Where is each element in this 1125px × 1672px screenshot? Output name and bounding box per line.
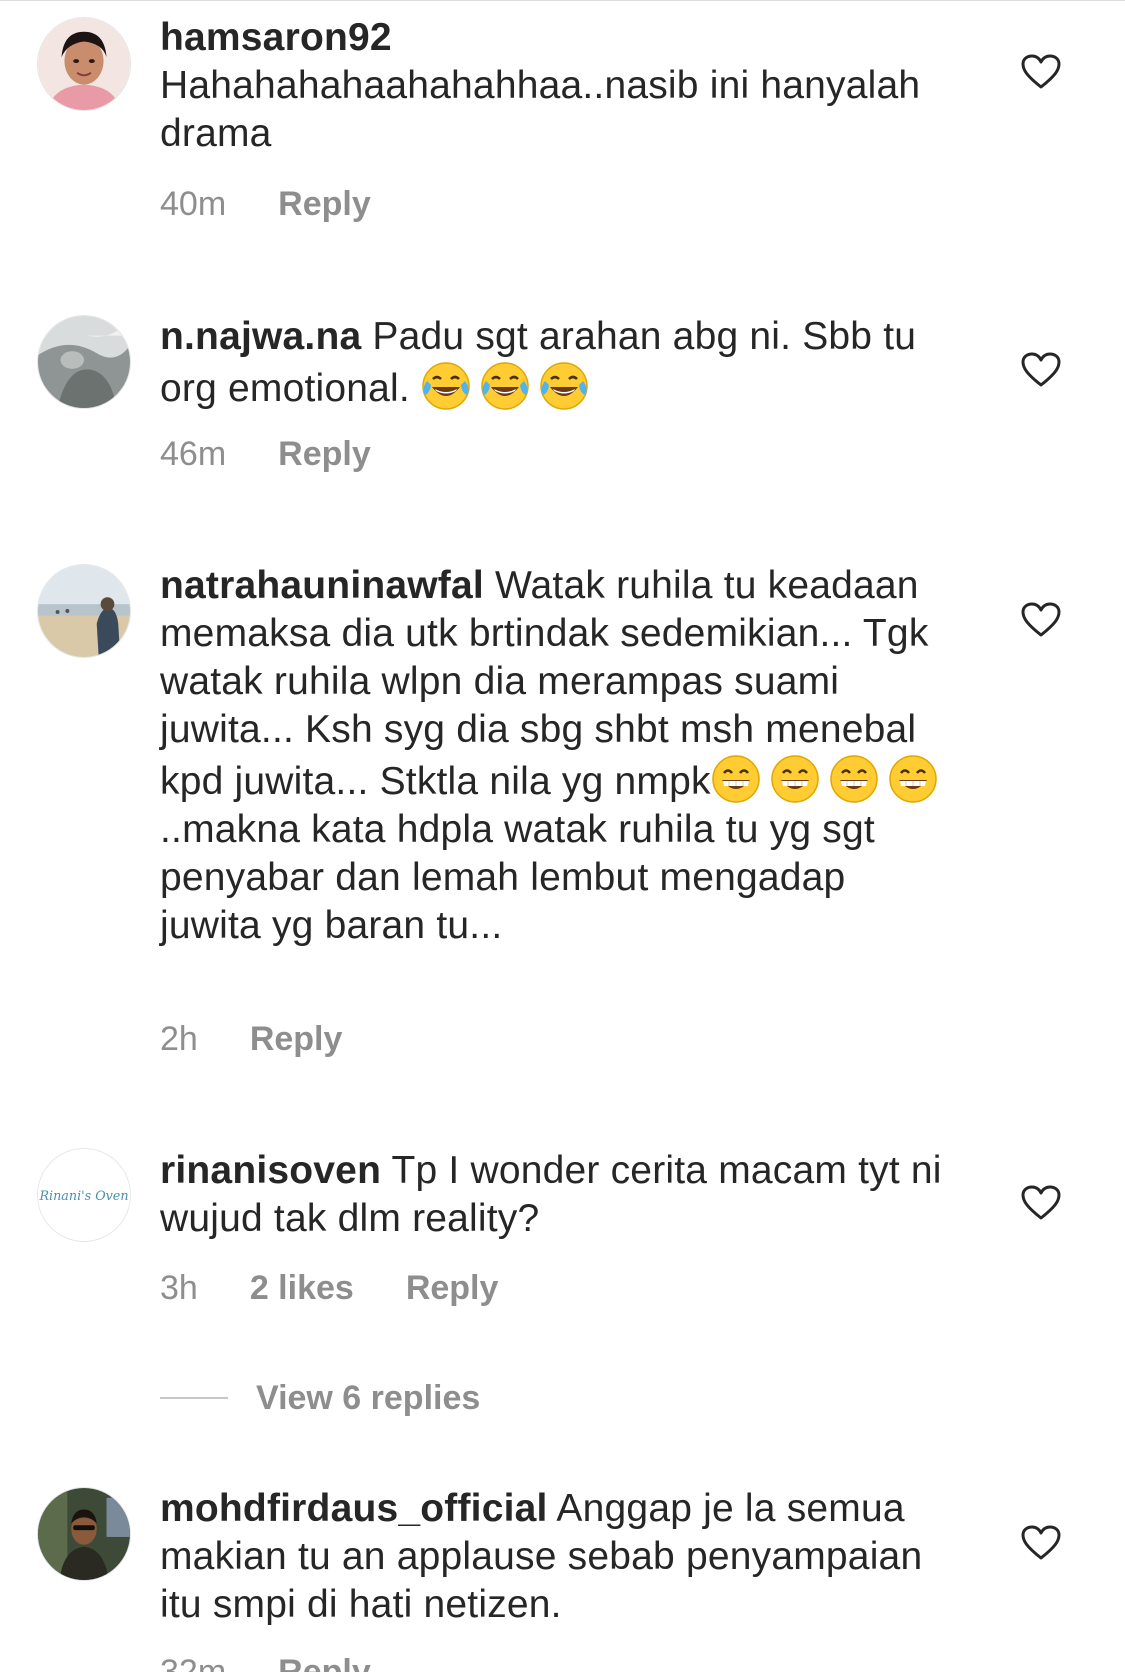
face-with-tears-of-joy-emoji-icon bbox=[421, 361, 471, 411]
reply-button[interactable]: Reply bbox=[278, 435, 371, 474]
comment-username[interactable]: hamsaron92 bbox=[160, 14, 950, 62]
comment-username[interactable]: mohdfirdaus_official bbox=[160, 1487, 548, 1530]
view-replies-button[interactable]: View 6 replies bbox=[160, 1370, 480, 1426]
reply-button[interactable]: Reply bbox=[406, 1269, 499, 1308]
comment-time: 3h bbox=[160, 1268, 198, 1307]
avatar-logo-text: Rinani's Oven bbox=[38, 1188, 128, 1203]
reply-button[interactable]: Reply bbox=[278, 1653, 371, 1672]
like-heart-icon[interactable] bbox=[1021, 54, 1061, 90]
comment-username[interactable]: rinanisoven bbox=[160, 1149, 381, 1192]
comment-body: rinanisoven Tp I wonder cerita macam tyt… bbox=[160, 1147, 950, 1243]
avatar[interactable] bbox=[37, 1487, 131, 1581]
face-with-tears-of-joy-emoji-icon bbox=[539, 361, 589, 411]
comment-username[interactable]: n.najwa.na bbox=[160, 315, 361, 358]
avatar-image: Rinani's Oven bbox=[38, 1149, 130, 1241]
grinning-face-with-smiling-eyes-emoji-icon bbox=[829, 754, 879, 804]
reply-button[interactable]: Reply bbox=[250, 1020, 343, 1059]
comment-meta: 46m Reply bbox=[160, 430, 371, 478]
grinning-face-with-smiling-eyes-emoji-icon bbox=[770, 754, 820, 804]
comment-text-continued: ..makna kata hdpla watak ruhila tu yg sg… bbox=[160, 808, 875, 947]
avatar[interactable] bbox=[37, 17, 131, 111]
comment-meta: 2h Reply bbox=[160, 1015, 342, 1063]
grinning-face-with-smiling-eyes-emoji-icon bbox=[711, 754, 761, 804]
comment-meta: 40m Reply bbox=[160, 180, 371, 228]
comment-body: mohdfirdaus_official Anggap je la semua … bbox=[160, 1485, 950, 1629]
view-replies-label[interactable]: View 6 replies bbox=[256, 1379, 480, 1418]
avatar-image bbox=[38, 18, 130, 110]
like-heart-icon[interactable] bbox=[1021, 352, 1061, 388]
like-heart-icon[interactable] bbox=[1021, 1525, 1061, 1561]
comment-likes[interactable]: 2 likes bbox=[250, 1269, 354, 1308]
comment-text: Hahahahahaahahahhaa..nasib ini hanyalah … bbox=[160, 64, 921, 155]
top-divider bbox=[0, 0, 1125, 1]
avatar-image bbox=[38, 1488, 130, 1580]
reply-button[interactable]: Reply bbox=[278, 185, 371, 224]
comment-meta: 3h 2 likes Reply bbox=[160, 1264, 498, 1312]
avatar-image bbox=[38, 316, 130, 408]
comment-time: 46m bbox=[160, 434, 227, 473]
comment-time: 40m bbox=[160, 184, 227, 223]
comment-body: hamsaron92 Hahahahahaahahahhaa..nasib in… bbox=[160, 14, 950, 158]
avatar[interactable] bbox=[37, 564, 131, 658]
avatar-image bbox=[38, 565, 130, 657]
comment-time: 2h bbox=[160, 1019, 198, 1058]
avatar[interactable]: Rinani's Oven bbox=[37, 1148, 131, 1242]
face-with-tears-of-joy-emoji-icon bbox=[480, 361, 530, 411]
avatar[interactable] bbox=[37, 315, 131, 409]
emoji-group bbox=[421, 362, 598, 410]
comment-body: natrahauninawfal Watak ruhila tu keadaan… bbox=[160, 562, 950, 950]
emoji-group bbox=[711, 755, 947, 803]
comment-username[interactable]: natrahauninawfal bbox=[160, 564, 484, 607]
comment-body: n.najwa.na Padu sgt arahan abg ni. Sbb t… bbox=[160, 313, 950, 413]
comment-meta: 32m Reply bbox=[160, 1648, 371, 1672]
like-heart-icon[interactable] bbox=[1021, 1185, 1061, 1221]
view-replies-divider bbox=[160, 1397, 228, 1399]
comment-time: 32m bbox=[160, 1652, 227, 1672]
grinning-face-with-smiling-eyes-emoji-icon bbox=[888, 754, 938, 804]
like-heart-icon[interactable] bbox=[1021, 602, 1061, 638]
